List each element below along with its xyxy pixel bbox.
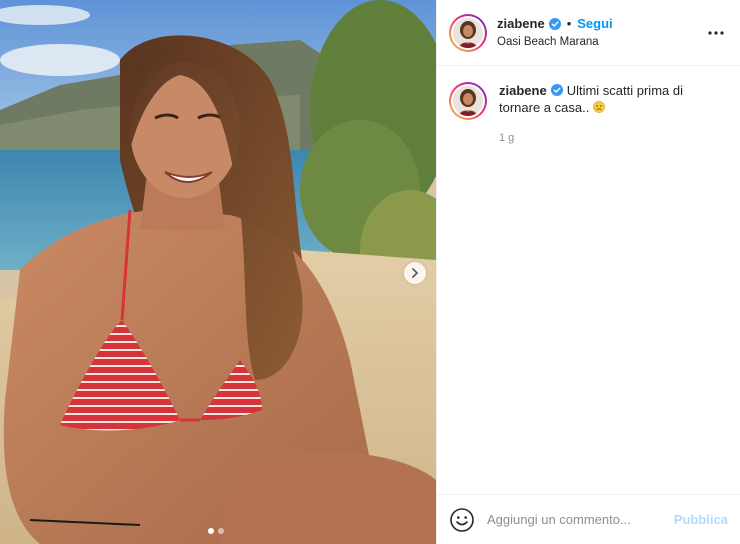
- verified-badge-icon: [548, 17, 561, 30]
- smiley-icon[interactable]: [449, 507, 475, 533]
- carousel-dot: [218, 528, 224, 534]
- comment-input[interactable]: [487, 512, 674, 527]
- post-side-panel: ziabene • Segui Oasi Beach Marana ziaben…: [436, 0, 740, 544]
- post-photo[interactable]: [0, 0, 436, 544]
- header-separator: •: [566, 15, 572, 31]
- profile-photo-icon: [453, 17, 483, 48]
- caption-username[interactable]: ziabene: [499, 83, 547, 98]
- add-comment-bar: Pubblica: [437, 494, 740, 544]
- verified-badge-icon: [550, 84, 563, 96]
- instagram-post: ziabene • Segui Oasi Beach Marana ziaben…: [0, 0, 740, 544]
- carousel-next-button[interactable]: [404, 262, 426, 284]
- follow-button[interactable]: Segui: [577, 16, 612, 32]
- sad-face-emoji-icon: [593, 101, 605, 113]
- publish-button[interactable]: Pubblica: [674, 512, 728, 527]
- post-location[interactable]: Oasi Beach Marana: [497, 35, 704, 49]
- carousel-dot-active: [208, 528, 214, 534]
- post-timestamp[interactable]: 1 g: [499, 132, 728, 144]
- comments-section: ziabene Ultimi scatti prima di tornare a…: [437, 66, 740, 494]
- more-horizontal-icon: [708, 30, 724, 35]
- carousel-indicator: [208, 528, 224, 534]
- post-header: ziabene • Segui Oasi Beach Marana: [437, 0, 740, 66]
- profile-photo-icon: [453, 86, 483, 116]
- post-caption: ziabene Ultimi scatti prima di tornare a…: [449, 82, 728, 120]
- avatar[interactable]: [449, 13, 487, 52]
- post-author-username[interactable]: ziabene: [497, 16, 545, 32]
- more-options-button[interactable]: [704, 30, 728, 35]
- caption-avatar[interactable]: [449, 82, 487, 120]
- chevron-right-icon: [412, 268, 418, 278]
- post-media[interactable]: [0, 0, 436, 544]
